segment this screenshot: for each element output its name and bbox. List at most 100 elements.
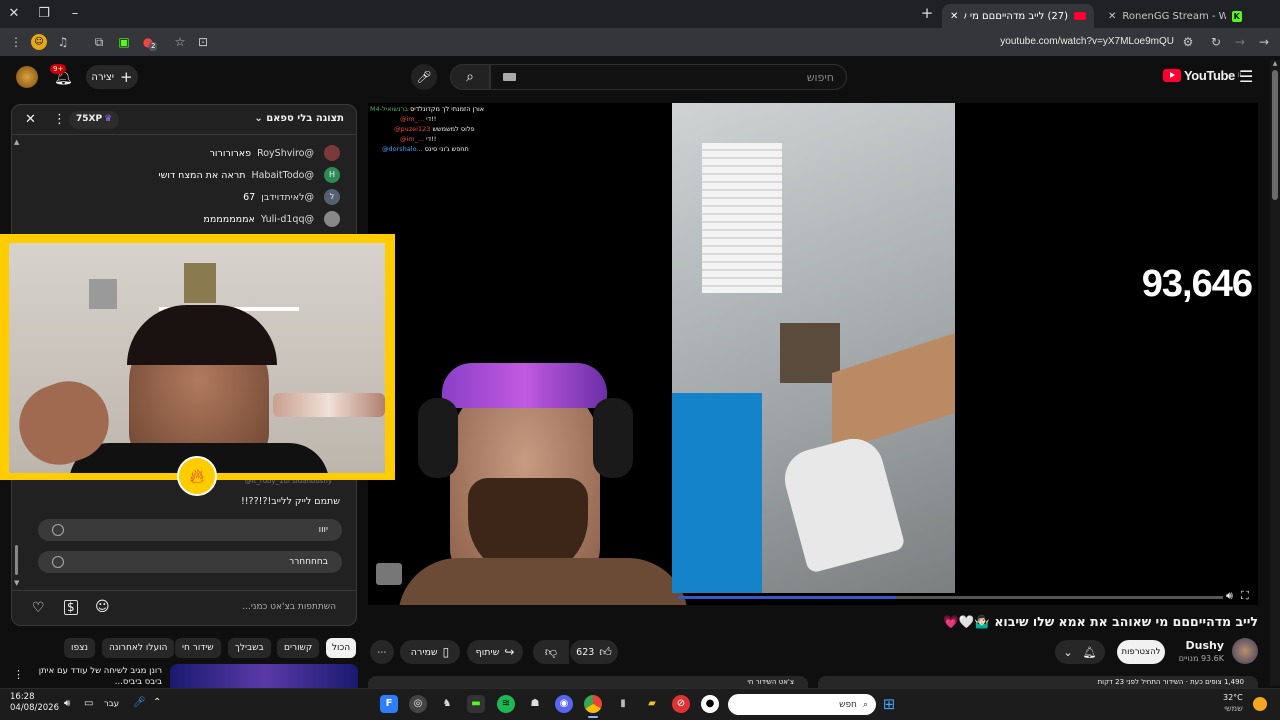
app-cat-icon[interactable]: ☗ <box>526 695 544 713</box>
chat-mode-dropdown[interactable]: תצוגה בלי ספאם ⌄ <box>254 113 344 124</box>
chat-menu-icon[interactable]: ⋮ <box>53 112 66 127</box>
related-video-thumbnail[interactable] <box>170 664 358 688</box>
minimize-window-icon[interactable]: – <box>67 6 83 21</box>
search-input[interactable]: חיפוש <box>490 64 847 90</box>
reload-icon[interactable]: ↻ <box>1208 34 1224 50</box>
save-button[interactable]: ▯ שמירה <box>400 640 460 664</box>
search-button[interactable]: ⌕ <box>450 64 490 90</box>
browser-toolbar: ⋮ ☺ ♫ ⧉ ▣ ● 2 ☆ ⊡ youtube.com/watch?v=yX7… <box>0 28 1280 56</box>
close-chat-icon[interactable]: ✕ <box>25 112 36 127</box>
more-actions-button[interactable]: ⋯ <box>370 640 394 664</box>
chat-scroll-up-icon[interactable]: ▲ <box>14 138 19 146</box>
tab-youtube-live[interactable]: (27) לייב מדהייםםם מי שאוהב את... ✕ <box>942 4 1094 28</box>
app-terminal-icon[interactable]: ▬ <box>467 695 485 713</box>
channel-name[interactable]: Dushy <box>1185 639 1224 652</box>
chip-recent[interactable]: הועלו לאחרונה <box>102 638 175 658</box>
chip-all[interactable]: הכול <box>326 638 356 658</box>
live-viewer-counter: 93,646 <box>1141 263 1253 305</box>
speaker-icon[interactable]: 🔊︎ <box>64 698 70 709</box>
heart-icon[interactable]: ♡ <box>32 600 45 616</box>
avatar <box>324 211 340 227</box>
related-video-menu-icon[interactable]: ⋮ <box>13 668 24 681</box>
chat-scrollbar[interactable] <box>15 545 18 575</box>
new-tab-icon[interactable]: + <box>919 4 935 22</box>
video-progress-bar[interactable] <box>678 596 1223 599</box>
chat-input[interactable]: השתתפות בצ'אט כמני... <box>242 602 336 612</box>
weather-widget[interactable]: 32°C שמשי <box>1223 692 1243 714</box>
emoji-icon[interactable]: ☺ <box>95 599 110 615</box>
app-red-icon[interactable]: ⊘ <box>672 695 690 713</box>
voice-search-button[interactable]: 🎤︎ <box>411 64 437 90</box>
media-control-icon[interactable]: ♫ <box>55 34 71 50</box>
page-scrollbar[interactable]: ▲ <box>1270 60 1280 686</box>
kick-favicon-icon: K <box>1231 10 1242 22</box>
site-settings-icon[interactable]: ⚙ <box>1180 34 1196 50</box>
tray-expand-icon[interactable]: ⌃ <box>153 697 161 708</box>
app-github-icon[interactable]: ● <box>701 695 719 713</box>
guide-menu-icon[interactable]: ☰ <box>1239 67 1253 86</box>
super-chat-icon[interactable]: $ <box>64 600 78 615</box>
tab-close-icon[interactable]: ✕ <box>950 11 958 22</box>
like-button[interactable]: 👍︎ 623 <box>570 640 618 664</box>
chip-watched[interactable]: נצפו <box>64 638 96 658</box>
app-f-icon[interactable]: F <box>380 695 398 713</box>
join-button[interactable]: להצטרפות <box>1117 640 1165 664</box>
extension-green-icon[interactable]: ▣ <box>116 34 132 50</box>
app-steam-icon[interactable]: ◎ <box>409 695 427 713</box>
crown-icon: ♛ <box>104 114 113 124</box>
language-indicator[interactable]: עבר <box>104 699 119 709</box>
tab-kick-stream[interactable]: K RonenGG Stream - Watch Live ... ✕ <box>1100 4 1250 28</box>
restore-window-icon[interactable]: ❐ <box>36 6 52 21</box>
url-field[interactable]: youtube.com/watch?v=yX7MLoe9mQU <box>960 36 1174 47</box>
search-icon: ⌕ <box>466 69 474 85</box>
keyboard-icon[interactable] <box>503 73 516 81</box>
network-icon[interactable]: ▭ <box>84 698 93 709</box>
clock: 16:28 04/08/2026 <box>10 692 59 713</box>
taskbar-search[interactable]: חפש ⌕ <box>728 694 876 715</box>
forward-icon[interactable]: → <box>1232 34 1248 50</box>
description-box-right[interactable]: 1,490 צופים כעת · השידור התחיל לפני 23 ד… <box>818 676 1258 688</box>
chevron-down-icon: ⌄ <box>254 113 263 124</box>
chip-related[interactable]: קשורים <box>277 638 320 658</box>
chip-for-you[interactable]: בשבילך <box>228 638 271 658</box>
app-ghost-icon[interactable]: ♞ <box>438 695 456 713</box>
back-icon[interactable]: → <box>1256 34 1272 50</box>
description-box-left[interactable]: צ'אט השידור חי <box>368 676 808 688</box>
subscribe-notification-button[interactable]: ⌄ 🔔︎ <box>1055 640 1105 664</box>
streamer-video-feed <box>398 358 688 605</box>
channel-avatar[interactable] <box>1232 638 1258 664</box>
windows-taskbar: 16:28 04/08/2026 🔊︎ ▭ עבר 🎤︎ ⌃ F ◎ ♞ ▬ ≋ … <box>0 688 1280 720</box>
video-player[interactable]: אורן הזמנתי לך מקדונלדיס ברנשואיל-M4 @im… <box>368 103 1258 605</box>
scroll-thumb[interactable] <box>1272 70 1278 200</box>
profile-avatar-icon[interactable]: ☺ <box>31 34 47 50</box>
poll-option[interactable]: בחחחחרר <box>38 551 342 573</box>
spotify-icon[interactable]: ≋ <box>497 695 515 713</box>
poll-option[interactable]: יווו <box>38 519 342 541</box>
create-button[interactable]: + יצירה <box>86 65 138 89</box>
extension-red-icon[interactable]: ● 2 <box>140 34 158 51</box>
bookmark-star-icon[interactable]: ☆ <box>172 34 188 50</box>
close-window-icon[interactable]: ✕ <box>6 6 22 21</box>
thumbs-up-icon: 👍︎ <box>599 644 612 659</box>
scroll-up-icon[interactable]: ▲ <box>1270 60 1280 67</box>
notifications-bell-icon[interactable]: 🔔︎ 9+ <box>50 64 73 86</box>
mic-tray-icon[interactable]: 🎤︎ <box>133 697 146 708</box>
fullscreen-icon[interactable]: ⛶ <box>1241 589 1249 603</box>
related-video-title[interactable]: רונן מגיב לשיחה של עודד עם איתן ביבס ביב… <box>28 666 162 688</box>
discord-icon[interactable]: ◉ <box>555 695 573 713</box>
dislike-button[interactable]: 👎︎ <box>533 640 569 664</box>
browser-menu-icon[interactable]: ⋮ <box>8 34 24 50</box>
chat-scroll-down-icon[interactable]: ▼ <box>14 579 19 587</box>
account-avatar[interactable] <box>16 66 38 88</box>
file-explorer-icon[interactable]: ▰ <box>643 695 661 713</box>
tab-close-icon[interactable]: ✕ <box>1108 11 1116 22</box>
chip-live[interactable]: שידור חי <box>175 638 221 658</box>
share-button[interactable]: ↪ שיתוף <box>467 640 523 664</box>
youtube-logo[interactable]: YouTube IL <box>1163 68 1243 83</box>
volume-icon[interactable]: 🔊︎ <box>1226 589 1233 603</box>
app-bottle-icon[interactable]: ▮ <box>614 695 632 713</box>
windows-start-icon[interactable]: ⊞ <box>880 695 898 713</box>
chrome-icon[interactable] <box>584 695 602 713</box>
extensions-icon[interactable]: ⧉ <box>91 34 107 50</box>
cast-icon[interactable]: ⊡ <box>195 34 211 50</box>
